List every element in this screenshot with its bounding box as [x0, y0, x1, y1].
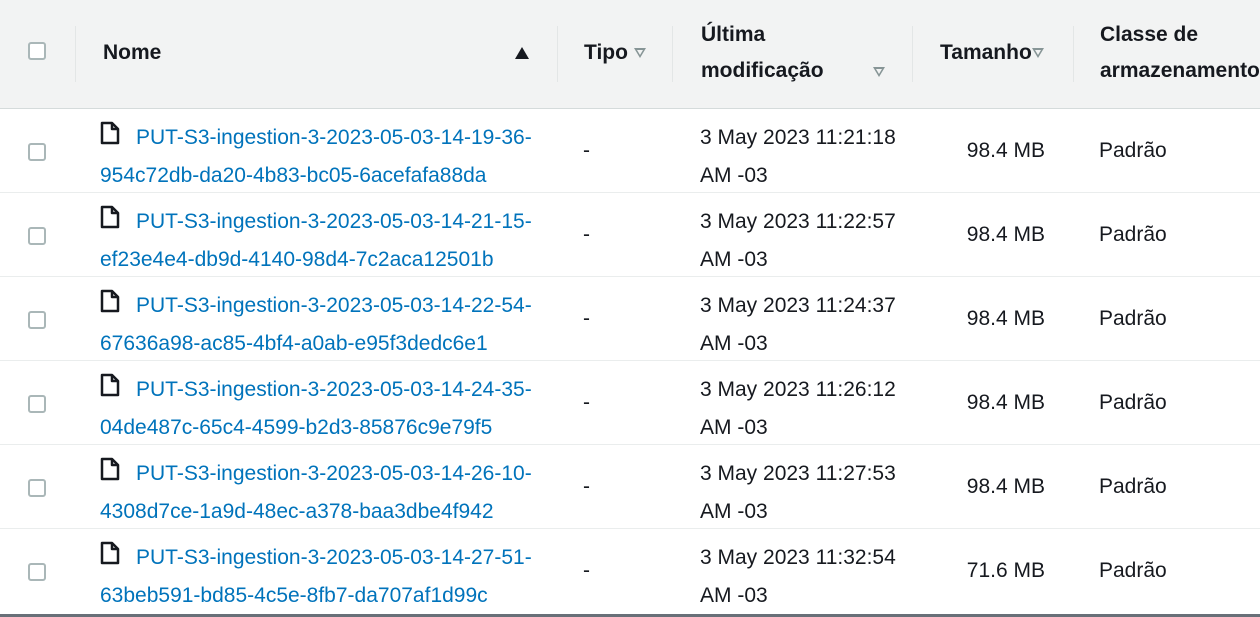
- modified-line1: 3 May 2023 11:27:53: [700, 462, 896, 485]
- object-storage-class: Padrão: [1099, 139, 1167, 162]
- object-modified: 3 May 2023 11:22:57 AM -03: [700, 203, 900, 279]
- object-type: -: [583, 391, 590, 414]
- select-all-checkbox[interactable]: [28, 42, 46, 60]
- object-storage-class: Padrão: [1099, 223, 1167, 246]
- object-storage-class: Padrão: [1099, 559, 1167, 582]
- object-type: -: [583, 139, 590, 162]
- row-checkbox[interactable]: [28, 311, 46, 329]
- column-header-class-label-line1: Classe de: [1100, 23, 1199, 46]
- column-header-type[interactable]: Tipo: [580, 0, 670, 108]
- modified-line1: 3 May 2023 11:24:37: [700, 294, 896, 317]
- modified-line2: AM -03: [700, 500, 768, 523]
- modified-line2: AM -03: [700, 248, 768, 271]
- column-header-modified-label-line2: modificação: [701, 59, 824, 82]
- column-separator: [75, 26, 76, 82]
- column-separator: [1073, 26, 1074, 82]
- column-header-type-label: Tipo: [584, 41, 628, 64]
- column-header-name-label: Nome: [103, 41, 162, 64]
- object-name-link[interactable]: PUT-S3-ingestion-3-2023-05-03-14-26-10-4…: [100, 455, 540, 531]
- object-size: 98.4 MB: [966, 307, 1045, 330]
- object-size: 98.4 MB: [966, 475, 1045, 498]
- modified-line1: 3 May 2023 11:22:57: [700, 210, 896, 233]
- table-row: PUT-S3-ingestion-3-2023-05-03-14-19-36-9…: [0, 109, 1260, 193]
- column-header-modified-label-line1: Última: [701, 23, 766, 46]
- modified-line2: AM -03: [700, 584, 768, 607]
- modified-line2: AM -03: [700, 164, 768, 187]
- modified-line1: 3 May 2023 11:32:54: [700, 546, 896, 569]
- sort-descending-icon[interactable]: [1032, 48, 1044, 58]
- object-type: -: [583, 307, 590, 330]
- table-row: PUT-S3-ingestion-3-2023-05-03-14-21-15-e…: [0, 193, 1260, 277]
- object-type: -: [583, 223, 590, 246]
- object-modified: 3 May 2023 11:32:54 AM -03: [700, 539, 900, 615]
- table-header: Nome Tipo Última modificação Tamanho Cla…: [0, 0, 1260, 109]
- column-header-storage-class[interactable]: Classe de armazenamento: [1099, 0, 1260, 108]
- modified-line1: 3 May 2023 11:26:12: [700, 378, 896, 401]
- object-modified: 3 May 2023 11:21:18 AM -03: [700, 119, 900, 195]
- object-size: 98.4 MB: [966, 139, 1045, 162]
- object-modified: 3 May 2023 11:26:12 AM -03: [700, 371, 900, 447]
- object-name-link[interactable]: PUT-S3-ingestion-3-2023-05-03-14-19-36-9…: [100, 119, 540, 195]
- column-header-size-label: Tamanho: [940, 41, 1032, 64]
- objects-table: Nome Tipo Última modificação Tamanho Cla…: [0, 0, 1260, 617]
- column-header-name[interactable]: Nome: [100, 0, 540, 108]
- table-row: PUT-S3-ingestion-3-2023-05-03-14-24-35-0…: [0, 361, 1260, 445]
- object-name-link[interactable]: PUT-S3-ingestion-3-2023-05-03-14-27-51-6…: [100, 539, 540, 615]
- sort-descending-icon[interactable]: [634, 48, 646, 58]
- column-header-class-label-line2: armazenamento: [1100, 59, 1260, 82]
- row-checkbox[interactable]: [28, 479, 46, 497]
- object-size: 71.6 MB: [966, 559, 1045, 582]
- column-header-size[interactable]: Tamanho: [930, 0, 1060, 108]
- object-modified: 3 May 2023 11:27:53 AM -03: [700, 455, 900, 531]
- object-storage-class: Padrão: [1099, 475, 1167, 498]
- object-size: 98.4 MB: [966, 223, 1045, 246]
- row-checkbox[interactable]: [28, 563, 46, 581]
- table-row: PUT-S3-ingestion-3-2023-05-03-14-27-51-6…: [0, 529, 1260, 613]
- object-storage-class: Padrão: [1099, 391, 1167, 414]
- row-checkbox[interactable]: [28, 227, 46, 245]
- object-type: -: [583, 559, 590, 582]
- row-checkbox[interactable]: [28, 395, 46, 413]
- sort-ascending-icon[interactable]: [515, 47, 529, 59]
- row-checkbox[interactable]: [28, 143, 46, 161]
- object-name-link[interactable]: PUT-S3-ingestion-3-2023-05-03-14-22-54-6…: [100, 287, 540, 363]
- object-modified: 3 May 2023 11:24:37 AM -03: [700, 287, 900, 363]
- column-header-modified[interactable]: Última modificação: [700, 0, 900, 108]
- object-name-link[interactable]: PUT-S3-ingestion-3-2023-05-03-14-21-15-e…: [100, 203, 540, 279]
- column-separator: [557, 26, 558, 82]
- table-row: PUT-S3-ingestion-3-2023-05-03-14-22-54-6…: [0, 277, 1260, 361]
- object-size: 98.4 MB: [966, 391, 1045, 414]
- object-type: -: [583, 475, 590, 498]
- table-row: PUT-S3-ingestion-3-2023-05-03-14-26-10-4…: [0, 445, 1260, 529]
- column-separator: [672, 26, 673, 82]
- object-name-link[interactable]: PUT-S3-ingestion-3-2023-05-03-14-24-35-0…: [100, 371, 540, 447]
- column-separator: [912, 26, 913, 82]
- object-storage-class: Padrão: [1099, 307, 1167, 330]
- modified-line1: 3 May 2023 11:21:18: [700, 126, 896, 149]
- modified-line2: AM -03: [700, 416, 768, 439]
- sort-descending-icon[interactable]: [873, 67, 885, 77]
- modified-line2: AM -03: [700, 332, 768, 355]
